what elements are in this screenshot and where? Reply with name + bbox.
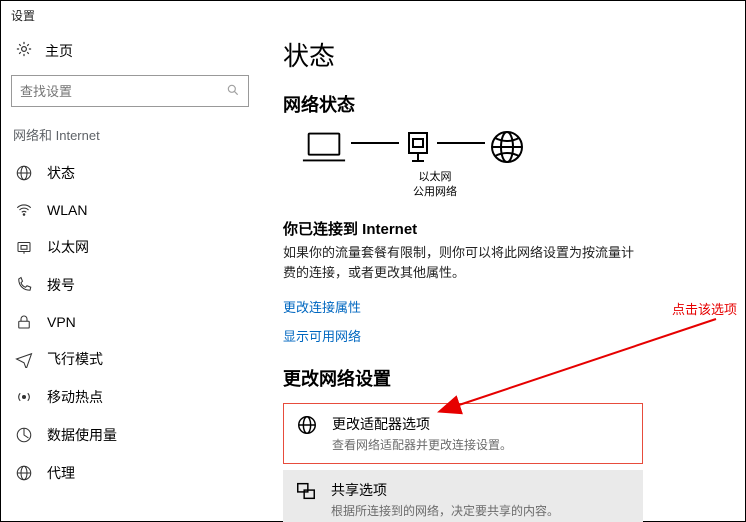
annotation-text: 点击该选项 — [672, 299, 737, 318]
search-input[interactable] — [20, 84, 226, 99]
connector-line — [437, 142, 485, 144]
gear-icon — [15, 40, 33, 61]
connector-line — [351, 142, 399, 144]
nav-label: VPN — [47, 314, 76, 330]
data-usage-icon — [15, 426, 33, 444]
home-label: 主页 — [45, 41, 73, 61]
ethernet-icon — [15, 238, 33, 256]
connected-body: 如果你的流量套餐有限制，则你可以将此网络设置为按流量计费的连接，或者更改其他属性… — [283, 243, 643, 283]
row-title: 共享选项 — [331, 480, 559, 500]
nav-label: 移动热点 — [47, 387, 103, 407]
nav-label: 拨号 — [47, 275, 75, 295]
sidebar-item-proxy[interactable]: 代理 — [11, 454, 249, 492]
nav-label: 飞行模式 — [47, 349, 103, 369]
sidebar-item-airplane[interactable]: 飞行模式 — [11, 340, 249, 378]
nav-label: 数据使用量 — [47, 425, 117, 445]
hotspot-icon — [15, 388, 33, 406]
change-adapter-options-row[interactable]: 更改适配器选项 查看网络适配器并更改连接设置。 — [283, 403, 643, 464]
nav-label: WLAN — [47, 202, 87, 218]
airplane-icon — [15, 350, 33, 368]
network-diagram — [301, 129, 735, 168]
network-status-heading: 网络状态 — [283, 91, 735, 117]
change-network-settings-heading: 更改网络设置 — [283, 365, 735, 391]
home-link[interactable]: 主页 — [11, 32, 249, 75]
window-title: 设置 — [1, 1, 745, 26]
proxy-icon — [15, 464, 33, 482]
row-desc: 查看网络适配器并更改连接设置。 — [332, 436, 512, 453]
sidebar-item-status[interactable]: 状态 — [11, 154, 249, 192]
main-panel: 状态 网络状态 以太网 公用网络 你已连接到 Internet 如果你的流量套餐… — [259, 26, 745, 522]
globe-icon — [489, 129, 525, 168]
search-box[interactable] — [11, 75, 249, 107]
nav-label: 以太网 — [47, 237, 89, 257]
sidebar: 主页 网络和 Internet 状态 WLAN 以太网 — [1, 26, 259, 522]
row-title: 更改适配器选项 — [332, 414, 512, 434]
diagram-label-1: 以太网 — [405, 170, 465, 185]
sidebar-item-datausage[interactable]: 数据使用量 — [11, 416, 249, 454]
sharing-options-row[interactable]: 共享选项 根据所连接到的网络，决定要共享的内容。 — [283, 470, 643, 522]
sidebar-item-hotspot[interactable]: 移动热点 — [11, 378, 249, 416]
search-icon — [226, 83, 240, 100]
page-title: 状态 — [283, 36, 735, 73]
sidebar-item-dialup[interactable]: 拨号 — [11, 266, 249, 304]
change-connection-properties-link[interactable]: 更改连接属性 — [283, 297, 735, 316]
globe-icon — [296, 414, 318, 439]
vpn-icon — [15, 313, 33, 331]
connected-title: 你已连接到 Internet — [283, 218, 735, 239]
row-desc: 根据所连接到的网络，决定要共享的内容。 — [331, 502, 559, 519]
show-available-networks-link[interactable]: 显示可用网络 — [283, 326, 735, 345]
nav-label: 代理 — [47, 463, 75, 483]
nav-label: 状态 — [47, 163, 75, 183]
phone-icon — [15, 276, 33, 294]
diagram-label-2: 公用网络 — [405, 185, 465, 200]
content-area: 主页 网络和 Internet 状态 WLAN 以太网 — [1, 26, 745, 522]
sidebar-item-vpn[interactable]: VPN — [11, 304, 249, 340]
router-icon — [403, 129, 433, 168]
laptop-icon — [301, 129, 347, 168]
sidebar-section-label: 网络和 Internet — [13, 125, 249, 144]
sidebar-item-wlan[interactable]: WLAN — [11, 192, 249, 228]
globe-icon — [15, 164, 33, 182]
diagram-labels: 以太网 公用网络 — [405, 170, 465, 200]
wifi-icon — [15, 201, 33, 219]
sharing-icon — [295, 480, 317, 505]
sidebar-item-ethernet[interactable]: 以太网 — [11, 228, 249, 266]
